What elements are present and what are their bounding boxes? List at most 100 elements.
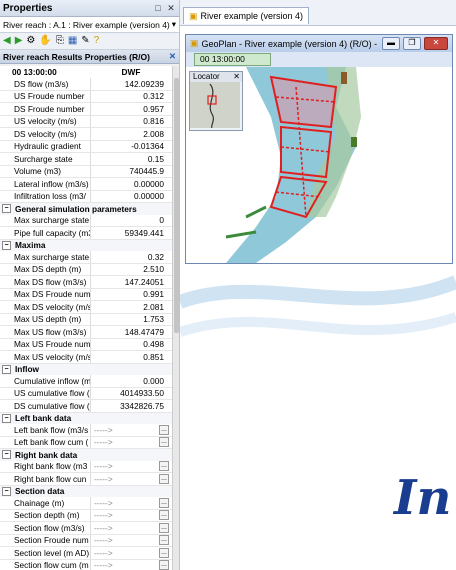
ellipsis-button[interactable]: ... [159,560,169,570]
property-row[interactable]: US velocity (m/s) 0.816 [0,115,172,128]
property-row[interactable]: Section Froude num ----->... [0,534,172,547]
ellipsis-button[interactable]: ... [159,497,169,508]
property-value[interactable]: 0.32 [90,251,172,263]
close-icon[interactable]: ✕ [233,72,240,82]
tab-river-example[interactable]: ▣ River example (version 4) [183,7,310,24]
property-value[interactable]: -0.01364 [90,140,172,152]
property-value[interactable]: ----->... [90,436,172,448]
property-row[interactable]: DS cumulative flow (3342826.75 [0,400,172,413]
property-row[interactable]: Pipe full capacity (m3 59349.441 [0,227,172,240]
paint-icon[interactable]: ✎ [81,35,89,47]
property-row[interactable]: Volume (m3) 740445.9 [0,165,172,178]
close-icon[interactable]: ✕ [166,3,176,13]
property-row[interactable]: Infiltration loss (m3/0.00000 [0,190,172,203]
object-selector[interactable]: River reach : A.1 : River example (versi… [0,17,179,33]
property-value[interactable]: ----->... [90,559,172,570]
property-value[interactable]: 0.498 [90,338,172,350]
ellipsis-button[interactable]: ... [159,510,169,521]
property-value[interactable]: 2.510 [90,263,172,275]
collapse-icon[interactable]: − [2,413,11,423]
vertical-scrollbar[interactable] [172,66,179,570]
property-value[interactable]: ----->... [90,473,172,485]
property-value[interactable]: 148.47479 [90,326,172,338]
section-header[interactable]: − General simulation parameters [0,203,172,215]
property-value[interactable]: 0 [90,214,172,226]
property-value[interactable]: ----->... [90,424,172,436]
pointer-icon[interactable]: ✋ [39,35,51,47]
property-row[interactable]: Max DS depth (m) 2.510 [0,263,172,276]
collapse-icon[interactable]: − [2,450,11,460]
scrollbar-thumb[interactable] [174,78,179,333]
property-row[interactable]: Surcharge state 0.15 [0,153,172,166]
property-value[interactable]: ----->... [90,534,172,546]
section-header[interactable]: − Right bank data [0,449,172,461]
property-value[interactable]: 0.851 [90,351,172,363]
section-header[interactable]: − Section data [0,485,172,497]
ellipsis-button[interactable]: ... [159,437,169,448]
ellipsis-button[interactable]: ... [159,535,169,546]
collapse-icon[interactable]: − [2,364,11,374]
property-row[interactable]: DS Froude number 0.957 [0,103,172,116]
property-row[interactable]: DS flow (m3/s) 142.09239 [0,78,172,91]
pin-icon[interactable]: □ [153,3,163,13]
settings-icon[interactable]: ⚙ [26,35,35,47]
property-row[interactable]: Max US Froude num 0.498 [0,338,172,351]
property-value[interactable]: ----->... [90,497,172,509]
property-value[interactable]: ----->... [90,509,172,521]
property-row[interactable]: DS velocity (m/s) 2.008 [0,128,172,141]
property-row[interactable]: Max DS Froude num 0.991 [0,288,172,301]
property-row[interactable]: Section flow (m3/s) ----->... [0,522,172,535]
copy-icon[interactable]: ⎘ [56,35,64,47]
property-row[interactable]: Right bank flow (m3 ----->... [0,460,172,473]
property-value[interactable]: ----->... [90,547,172,559]
chevron-down-icon[interactable]: ▾ [172,19,176,30]
ellipsis-button[interactable]: ... [159,424,169,435]
property-row[interactable]: Max DS velocity (m/s 2.081 [0,301,172,314]
minimize-button[interactable]: ▬ [382,37,400,50]
property-row[interactable]: Left bank flow cum (----->... [0,436,172,449]
property-row[interactable]: Cumulative inflow (m 0.000 [0,375,172,388]
grid-icon[interactable]: ▦ [68,35,77,47]
property-row[interactable]: Left bank flow (m3/s ----->... [0,424,172,437]
section-header[interactable]: − Left bank data [0,412,172,424]
property-value[interactable]: 740445.9 [90,165,172,177]
section-header[interactable]: − Inflow [0,363,172,375]
forward-arrow-icon[interactable]: ▶ [15,35,23,47]
collapse-icon[interactable]: − [2,204,11,214]
property-value[interactable]: 0.00000 [90,190,172,202]
ellipsis-button[interactable]: ... [159,522,169,533]
collapse-icon[interactable]: − [2,240,11,250]
property-row[interactable]: Max surcharge state 0 [0,214,172,227]
property-value[interactable]: 142.09239 [90,78,172,90]
ellipsis-button[interactable]: ... [159,547,169,558]
property-row[interactable]: Lateral inflow (m3/s) 0.00000 [0,178,172,191]
property-value[interactable]: ----->... [90,522,172,534]
property-row[interactable]: Right bank flow cun ----->... [0,473,172,486]
property-row[interactable]: Hydraulic gradient -0.01364 [0,140,172,153]
property-value[interactable]: 0.15 [90,153,172,165]
property-row[interactable]: Section level (m AD) ----->... [0,547,172,560]
property-row[interactable]: Max surcharge state 0.32 [0,251,172,264]
property-row[interactable]: Chainage (m) ----->... [0,497,172,510]
map-view[interactable]: Locator ✕ [186,67,452,263]
property-value[interactable]: ----->... [90,460,172,472]
property-row[interactable]: US Froude number 0.312 [0,90,172,103]
property-value[interactable]: 3342826.75 [90,400,172,412]
property-value[interactable]: 0.991 [90,288,172,300]
property-value[interactable]: 1.753 [90,313,172,325]
property-value[interactable]: 2.008 [90,128,172,140]
property-row[interactable]: Section flow cum (m ----->... [0,559,172,570]
property-value[interactable]: 147.24051 [90,276,172,288]
property-value[interactable]: 2.081 [90,301,172,313]
help-icon[interactable]: ? [94,35,100,47]
restore-button[interactable]: ❐ [403,37,421,50]
property-value[interactable]: 0.000 [90,375,172,387]
property-row[interactable]: Max US depth (m) 1.753 [0,313,172,326]
section-header[interactable]: − Maxima [0,239,172,251]
back-arrow-icon[interactable]: ◀ [3,35,11,47]
property-value[interactable]: 0.957 [90,103,172,115]
close-button[interactable]: ✕ [424,37,448,50]
property-value[interactable]: 0.816 [90,115,172,127]
property-row[interactable]: Max US velocity (m/s 0.851 [0,351,172,364]
property-row[interactable]: US cumulative flow (4014933.50 [0,387,172,400]
